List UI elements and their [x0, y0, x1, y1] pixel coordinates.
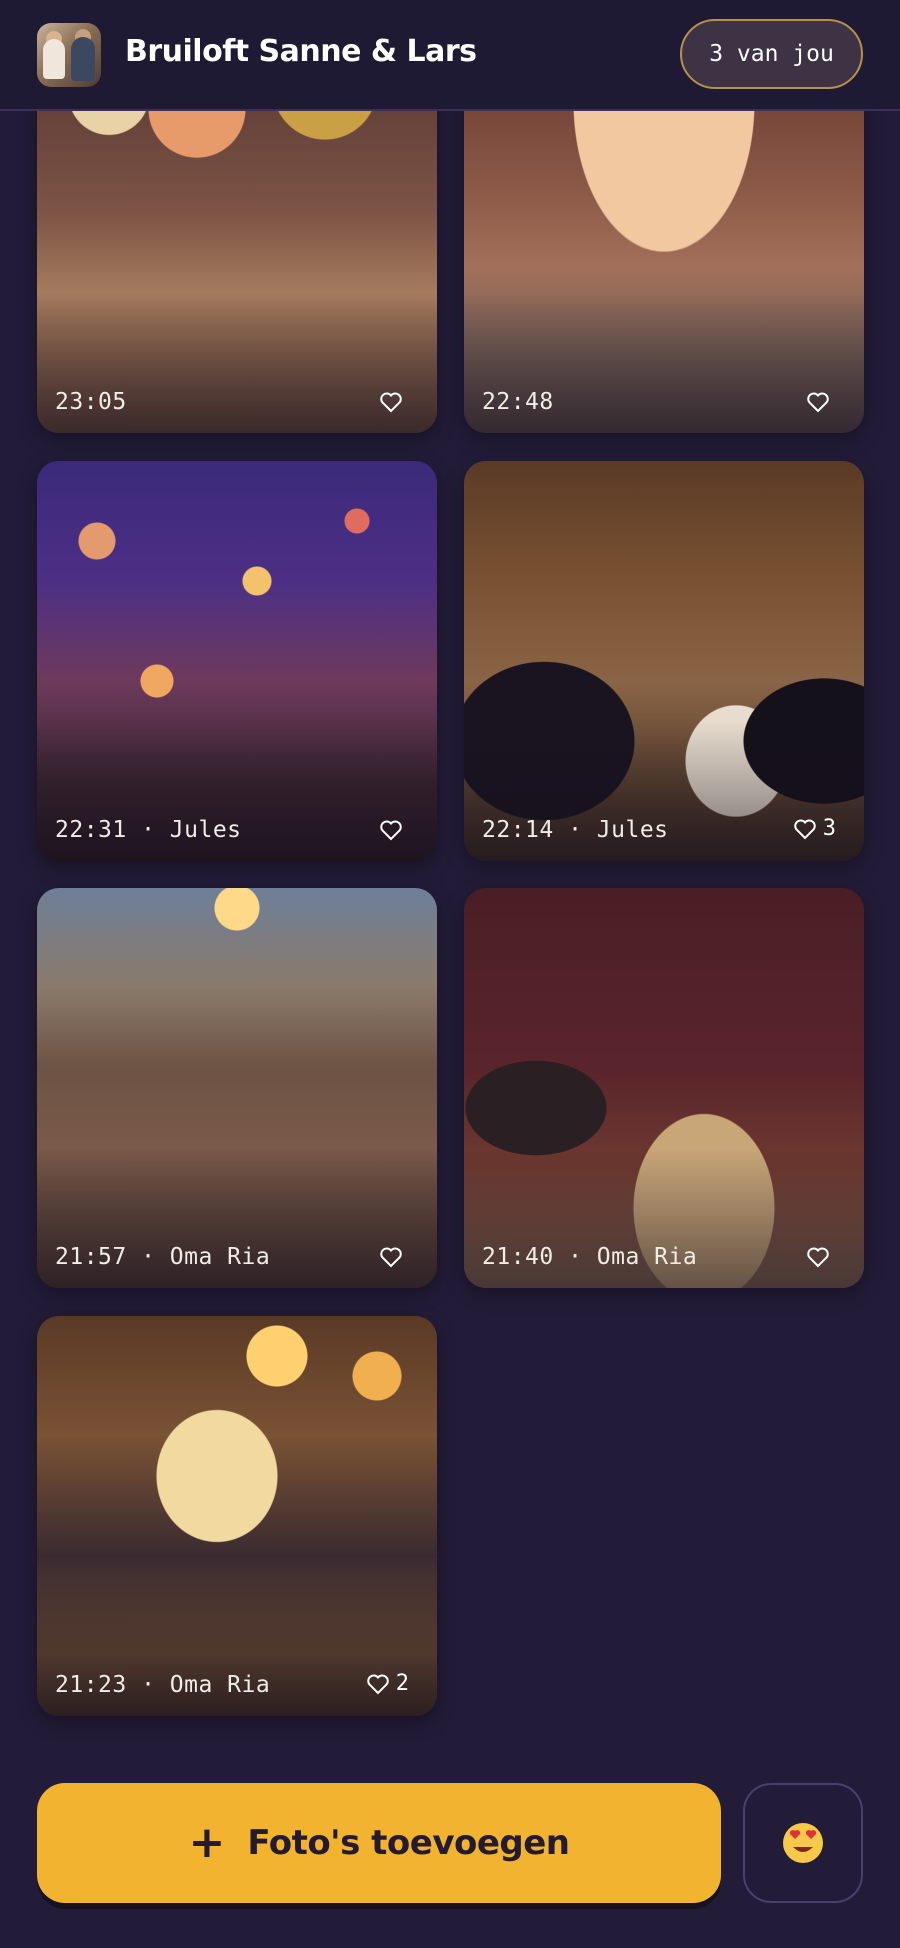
add-photos-button[interactable]: + Foto's toevoegen — [37, 1783, 721, 1903]
photo-tile[interactable]: 22:31 · Jules — [37, 461, 437, 861]
heart-icon — [380, 1247, 402, 1268]
photo-meta: 21:40 · Oma Ria — [482, 1244, 698, 1270]
photo-tile[interactable]: 22:14 · Jules 3 — [464, 461, 864, 861]
photo-meta: 22:31 · Jules — [55, 817, 242, 843]
my-photos-count-button[interactable]: 3 van jou — [680, 19, 863, 89]
photo-meta: 22:48 — [482, 389, 554, 415]
photo-meta: 21:57 · Oma Ria — [55, 1244, 271, 1270]
like-button[interactable] — [806, 391, 836, 413]
heart-icon — [807, 392, 829, 413]
add-photos-label: Foto's toevoegen — [247, 1823, 570, 1863]
like-count: 3 — [822, 816, 836, 841]
like-button[interactable] — [379, 819, 409, 841]
photo-tile[interactable]: 21:57 · Oma Ria — [37, 888, 437, 1288]
heart-eyes-emoji-icon — [783, 1823, 823, 1863]
plus-icon: + — [188, 1817, 226, 1868]
like-button[interactable] — [806, 1246, 836, 1268]
photo-meta: 23:05 — [55, 389, 127, 415]
photo-meta: 21:23 · Oma Ria — [55, 1672, 271, 1698]
photo-tile[interactable]: 21:23 · Oma Ria 2 — [37, 1316, 437, 1716]
heart-icon — [380, 820, 402, 841]
like-button[interactable] — [379, 391, 409, 413]
heart-icon — [807, 1247, 829, 1268]
heart-icon — [367, 1674, 389, 1694]
heart-icon — [794, 819, 816, 839]
photo-tile[interactable]: 21:40 · Oma Ria — [464, 888, 864, 1288]
page-title: Bruiloft Sanne & Lars — [125, 34, 477, 69]
reaction-button[interactable] — [743, 1783, 863, 1903]
couple-avatar[interactable] — [37, 23, 101, 87]
photo-tile[interactable]: 23:05 — [37, 65, 437, 433]
like-button[interactable]: 2 — [366, 1671, 409, 1696]
heart-icon — [380, 392, 402, 413]
like-button[interactable]: 3 — [793, 816, 836, 841]
like-count: 2 — [395, 1671, 409, 1696]
photo-tile[interactable]: 22:48 — [464, 65, 864, 433]
photo-meta: 22:14 · Jules — [482, 817, 669, 843]
like-button[interactable] — [379, 1246, 409, 1268]
app-header: Bruiloft Sanne & Lars 3 van jou — [0, 0, 900, 111]
